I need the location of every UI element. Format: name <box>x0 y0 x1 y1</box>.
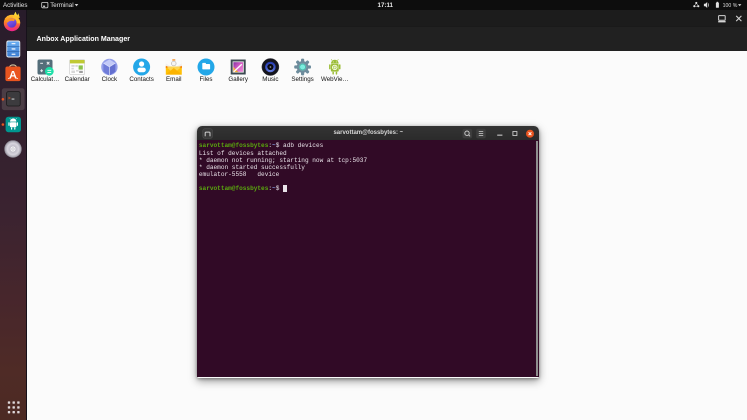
svg-text:Terminal: Terminal <box>50 2 73 9</box>
svg-text:>: > <box>8 96 11 102</box>
svg-text:A: A <box>9 70 17 82</box>
svg-text:100 %: 100 % <box>723 3 738 9</box>
svg-text:17:11: 17:11 <box>378 2 394 9</box>
